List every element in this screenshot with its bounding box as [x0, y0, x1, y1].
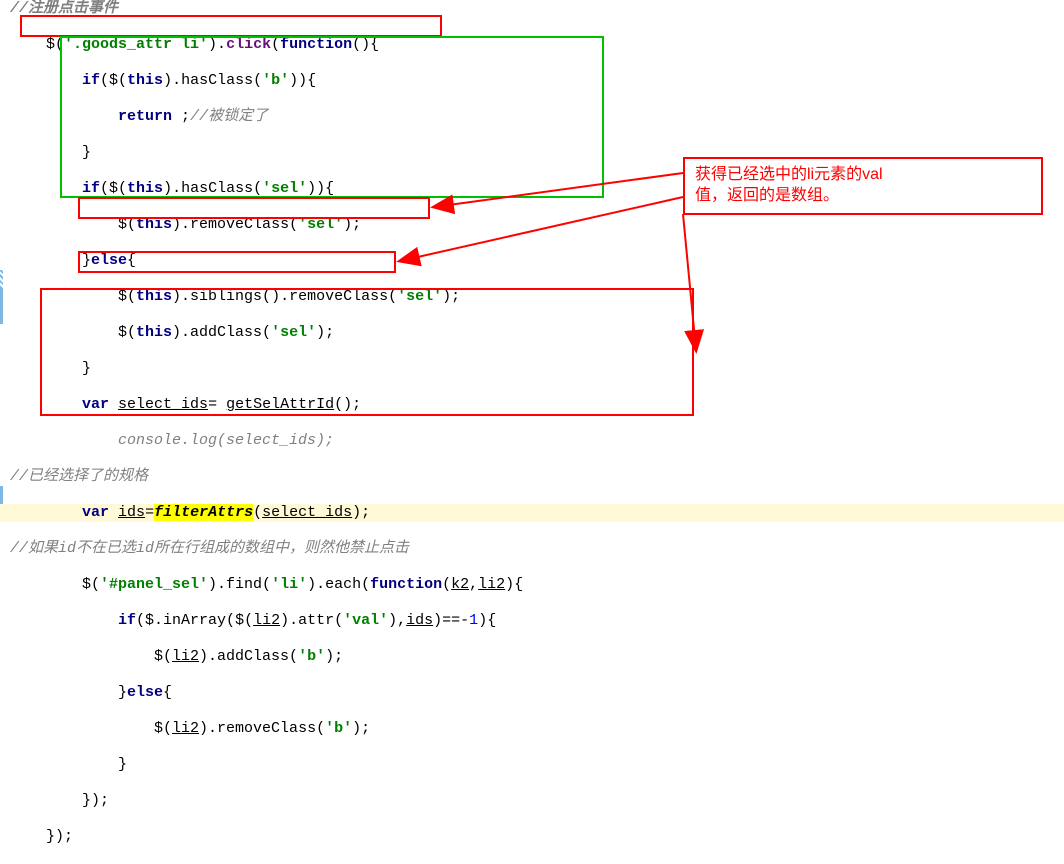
cmt-not-in-array: //如果id不在已选id所在行组成的数组中，则然他禁止点击: [10, 540, 409, 557]
code-line: $(this).removeClass('sel');: [0, 216, 1064, 234]
code-line: $(li2).removeClass('b');: [0, 720, 1064, 738]
code-line: if($(this).hasClass('b')){: [0, 72, 1064, 90]
code-line: }else{: [0, 684, 1064, 702]
code-line: });: [0, 792, 1064, 810]
code-line: $(this).addClass('sel');: [0, 324, 1064, 342]
callout-text-1: 获得已经选中的li元素的val: [695, 166, 883, 183]
code-line: return ;//被锁定了: [0, 108, 1064, 126]
code-line: $(li2).addClass('b');: [0, 648, 1064, 666]
code-line: }: [0, 360, 1064, 378]
change-gutter: [0, 0, 3, 506]
cmt-selected-spec: //已经选择了的规格: [10, 468, 148, 485]
code-line: }: [0, 756, 1064, 774]
cmt-locked: //被锁定了: [190, 108, 268, 125]
code-line: console.log(select_ids);: [0, 432, 1064, 450]
code-block: //注册点击事件 $('.goods_attr li').click(funct…: [0, 0, 1064, 864]
code-line: $(this).siblings().removeClass('sel');: [0, 288, 1064, 306]
code-line: var select_ids= getSelAttrId();: [0, 396, 1064, 414]
callout-box: 获得已经选中的li元素的val 值，返回的是数组。: [683, 157, 1043, 215]
callout-text-2: 值，返回的是数组。: [695, 187, 839, 204]
code-line: $('#panel_sel').find('li').each(function…: [0, 576, 1064, 594]
code-screenshot: //注册点击事件 $('.goods_attr li').click(funct…: [0, 0, 1064, 506]
code-line: var ids=filterAttrs(select_ids);: [0, 504, 1064, 522]
code-line: if($.inArray($(li2).attr('val'),ids)==-1…: [0, 612, 1064, 630]
code-line: }else{: [0, 252, 1064, 270]
cmt-register: //注册点击事件: [10, 0, 118, 17]
code-line: $('.goods_attr li').click(function(){: [0, 36, 1064, 54]
code-line: });: [0, 828, 1064, 846]
